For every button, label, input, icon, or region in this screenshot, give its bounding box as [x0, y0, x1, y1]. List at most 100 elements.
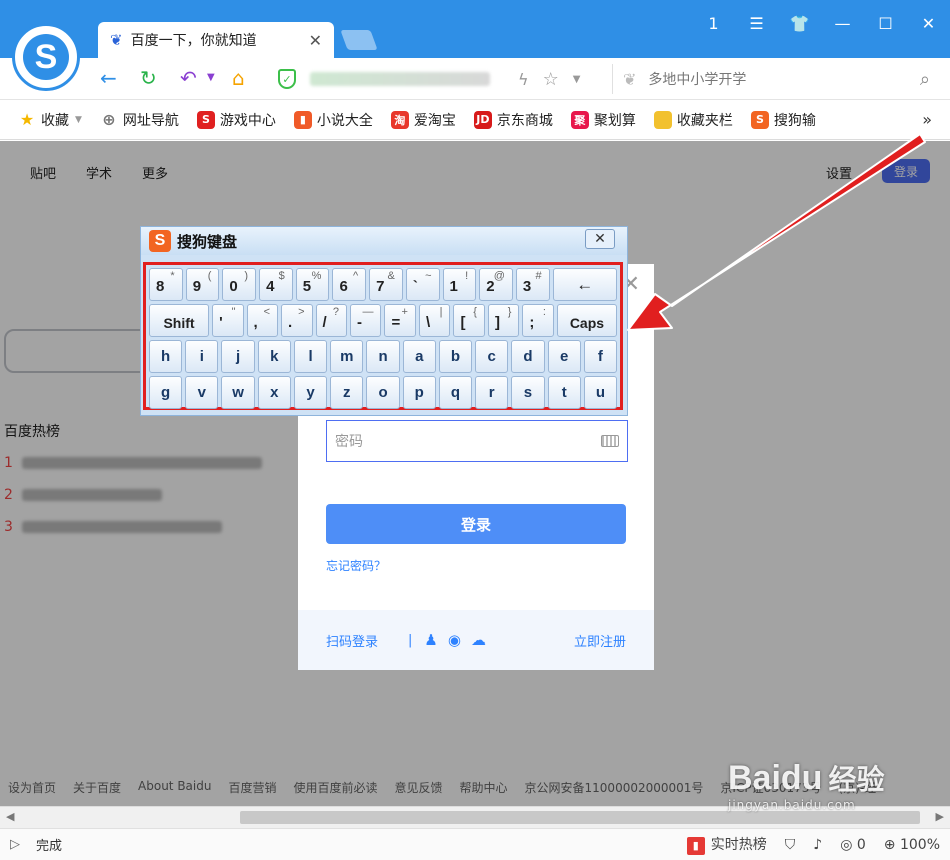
forgot-password-link[interactable]: 忘记密码？ [326, 557, 386, 574]
bookmark-juhuasuan[interactable]: 聚聚划算 [570, 110, 636, 130]
bookmark-folder[interactable]: 收藏夹栏 [653, 110, 733, 130]
scroll-right-icon[interactable]: ▶ [936, 810, 944, 823]
key-f[interactable]: f [583, 340, 618, 373]
zoom-icon[interactable]: ⊕ 100% [884, 837, 940, 853]
keyboard-close-button[interactable]: ✕ [585, 229, 615, 249]
key-shift[interactable]: Shift [149, 304, 210, 337]
key-c[interactable]: c [475, 340, 509, 373]
skin-icon[interactable]: 👕 [778, 14, 821, 33]
key-backspace[interactable]: ← [552, 268, 617, 301]
key-[[interactable]: [{ [453, 304, 485, 337]
key-,[interactable]: , < [246, 304, 279, 337]
register-link[interactable]: 立即注册 [574, 631, 626, 650]
minimize-icon[interactable]: — [821, 14, 864, 33]
favorite-star-icon[interactable]: ☆ [543, 69, 559, 90]
key-m[interactable]: m [330, 340, 364, 373]
key-g[interactable]: g [149, 376, 183, 409]
key-h[interactable]: h [149, 340, 183, 373]
key-8[interactable]: 8 * [149, 268, 183, 301]
close-window-icon[interactable]: ✕ [907, 14, 950, 33]
key-3[interactable]: 3 # [515, 268, 550, 301]
key-y[interactable]: y [293, 376, 328, 409]
key-v[interactable]: v [185, 376, 219, 409]
wechat-icon[interactable]: ☁ [471, 631, 486, 649]
bookmark-jd[interactable]: JD 京东商城 [473, 110, 553, 130]
key-`[interactable]: ` ~ [405, 268, 440, 301]
key-k[interactable]: k [257, 340, 291, 373]
key-z[interactable]: z [330, 376, 364, 409]
key-s[interactable]: s [511, 376, 545, 409]
key-][interactable]: ]} [487, 304, 520, 337]
key-0[interactable]: 0) [222, 268, 257, 301]
key-n[interactable]: n [366, 340, 400, 373]
key-7[interactable]: 7 & [369, 268, 403, 301]
key-o[interactable]: o [366, 376, 400, 409]
key-b[interactable]: b [438, 340, 473, 373]
back-icon[interactable]: ← [100, 66, 117, 90]
key-5[interactable]: 5% [295, 268, 330, 301]
key-2[interactable]: 2 @ [479, 268, 513, 301]
key-;[interactable]: ;: [522, 304, 554, 337]
key-1[interactable]: 1! [442, 268, 477, 301]
bookmark-game[interactable]: S 游戏中心 [196, 110, 276, 130]
security-icon[interactable]: ⛉ [785, 837, 796, 853]
soft-keyboard-icon[interactable] [601, 435, 619, 447]
password-field[interactable]: 密码 [326, 420, 628, 462]
key-6[interactable]: 6 ^ [332, 268, 367, 301]
tab-count-icon[interactable]: 1 [692, 14, 735, 33]
undo-icon[interactable]: ↶ [180, 66, 197, 90]
key-i[interactable]: i [185, 340, 219, 373]
key-caps[interactable]: Caps [556, 304, 617, 337]
sound-icon[interactable]: ♪ [813, 837, 822, 853]
accelerate-icon[interactable]: ϟ [518, 70, 529, 89]
key-r[interactable]: r [475, 376, 509, 409]
key-a[interactable]: a [402, 340, 436, 373]
ad-block-icon[interactable]: ◎ 0 [840, 837, 866, 853]
bookmark-novel[interactable]: ▮ 小说大全 [293, 110, 373, 130]
qr-login-link[interactable]: 扫码登录 [326, 631, 378, 650]
key-/[interactable]: /? [315, 304, 347, 337]
key-d[interactable]: d [511, 340, 545, 373]
dropdown-icon[interactable]: ▼ [573, 74, 581, 85]
key-w[interactable]: w [221, 376, 255, 409]
key-l[interactable]: l [293, 340, 328, 373]
bookmark-taobao[interactable]: 淘爱淘宝 [390, 110, 456, 130]
sidebar-toggle-icon[interactable]: ▷ [10, 837, 20, 852]
key-e[interactable]: e [547, 340, 581, 373]
key-p[interactable]: p [402, 376, 436, 409]
menu-icon[interactable]: ☰ [735, 14, 778, 33]
maximize-icon[interactable]: ☐ [864, 14, 907, 33]
refresh-icon[interactable]: ↻ [140, 66, 157, 90]
url-field[interactable]: ✓ ϟ ☆ ▼ [278, 64, 606, 94]
hot-list-button[interactable]: ▮ 实时热榜 [686, 834, 767, 855]
key-x[interactable]: x [257, 376, 291, 409]
key-q[interactable]: q [438, 376, 473, 409]
home-icon[interactable]: ⌂ [232, 66, 245, 90]
key-9[interactable]: 9( [185, 268, 220, 301]
key-'[interactable]: ' " [212, 304, 244, 337]
bookmark-globe[interactable]: ⊕ 网址导航 [100, 110, 179, 130]
login-submit-button[interactable]: 登录 [326, 504, 626, 544]
key-.[interactable]: . > [281, 304, 313, 337]
scroll-left-icon[interactable]: ◀ [6, 810, 14, 823]
bookmarks-more-icon[interactable]: » [922, 110, 932, 129]
search-box[interactable]: ❦ 多地中小学开学 ⌕ [612, 64, 930, 94]
sogou-browser-logo[interactable]: S [12, 23, 80, 91]
key-t[interactable]: t [547, 376, 581, 409]
key-4[interactable]: 4 $ [259, 268, 293, 301]
bookmark-sogou[interactable]: S 搜狗输 [750, 110, 816, 130]
key-=[interactable]: = + [384, 304, 416, 337]
browser-tab[interactable]: ❦ 百度一下，你就知道 ✕ [98, 22, 334, 58]
key-\[interactable]: \ | [418, 304, 451, 337]
bookmark-dropdown-icon[interactable]: ▼ [75, 115, 82, 125]
tab-close-icon[interactable]: ✕ [309, 31, 322, 50]
weibo-icon[interactable]: ◉ [448, 631, 461, 649]
key--[interactable]: - — [350, 304, 382, 337]
undo-dropdown-icon[interactable]: ▼ [207, 72, 215, 83]
new-tab-button[interactable] [340, 30, 378, 50]
qq-icon[interactable]: ♟ [424, 631, 437, 649]
key-u[interactable]: u [583, 376, 618, 409]
search-icon[interactable]: ⌕ [920, 69, 930, 90]
keyboard-header[interactable]: S 搜狗键盘 [141, 227, 627, 255]
bookmark-star[interactable]: ★ 收藏 ▼ [18, 110, 82, 130]
